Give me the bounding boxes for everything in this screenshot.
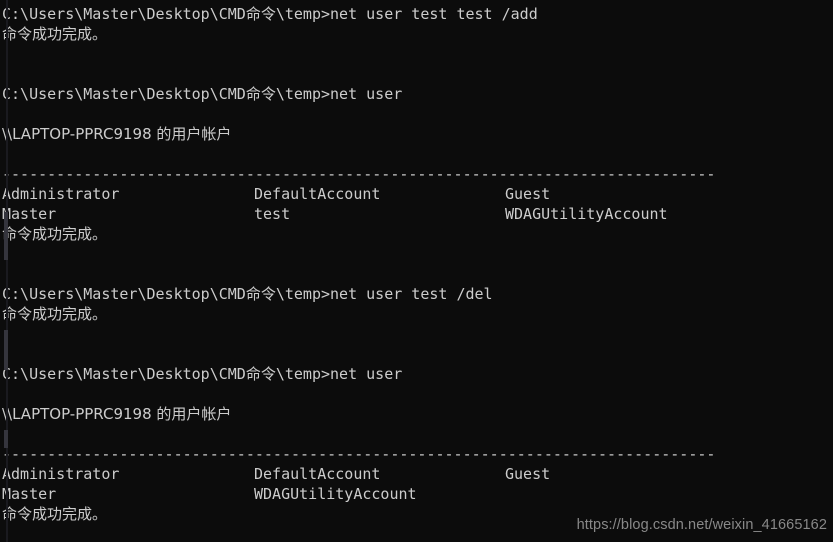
terminal-output[interactable]: C:\Users\Master\Desktop\CMD命令\temp>net u… <box>0 4 833 524</box>
user-cell: Master <box>2 485 57 503</box>
watermark-url: https://blog.csdn.net/weixin_41665162 <box>576 517 827 533</box>
user-cell: DefaultAccount <box>254 185 381 203</box>
command-result: 命令成功完成。 <box>2 305 108 323</box>
command-line: C:\Users\Master\Desktop\CMD命令\temp>net u… <box>2 5 538 23</box>
table-row: Administrator DefaultAccount Guest <box>2 184 833 204</box>
table-row: Master WDAGUtilityAccount <box>2 484 833 504</box>
user-cell: WDAGUtilityAccount <box>254 485 417 503</box>
command-result: 命令成功完成。 <box>2 25 108 43</box>
separator-line: ----------------------------------------… <box>2 165 716 183</box>
user-cell: DefaultAccount <box>254 465 381 483</box>
cmd-terminal-window[interactable]: C:\Users\Master\Desktop\CMD命令\temp>net u… <box>0 0 833 542</box>
accounts-heading: \\LAPTOP-PPRC9198 的用户帐户 <box>2 405 232 423</box>
user-cell: test <box>254 205 291 223</box>
table-row: Master test WDAGUtilityAccount <box>2 204 833 224</box>
table-row: Administrator DefaultAccount Guest <box>2 464 833 484</box>
user-cell: WDAGUtilityAccount <box>505 205 668 223</box>
user-cell: Administrator <box>2 465 120 483</box>
user-cell: Administrator <box>2 185 120 203</box>
command-line: C:\Users\Master\Desktop\CMD命令\temp>net u… <box>2 285 493 303</box>
command-line: C:\Users\Master\Desktop\CMD命令\temp>net u… <box>2 85 403 103</box>
user-cell: Master <box>2 205 57 223</box>
command-result: 命令成功完成。 <box>2 225 108 243</box>
command-line: C:\Users\Master\Desktop\CMD命令\temp>net u… <box>2 365 403 383</box>
user-cell: Guest <box>505 465 551 483</box>
accounts-heading: \\LAPTOP-PPRC9198 的用户帐户 <box>2 125 232 143</box>
separator-line: ----------------------------------------… <box>2 445 716 463</box>
user-cell: Guest <box>505 185 551 203</box>
